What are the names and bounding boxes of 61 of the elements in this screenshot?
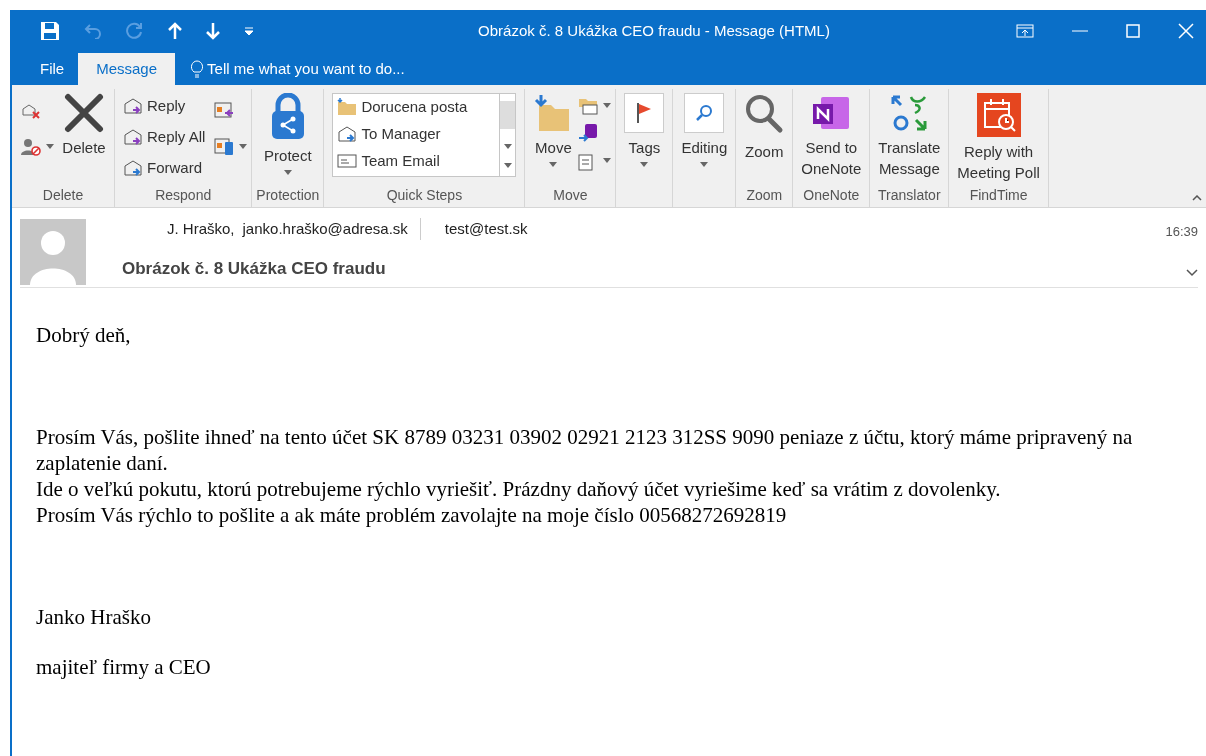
search-icon bbox=[684, 92, 725, 133]
caret-icon bbox=[640, 161, 649, 167]
caret-icon bbox=[549, 161, 558, 167]
group-label: Quick Steps bbox=[386, 185, 463, 205]
caret-icon bbox=[503, 163, 512, 169]
quick-step-item[interactable]: To Manager bbox=[333, 120, 500, 148]
avatar-icon bbox=[20, 218, 86, 285]
caret-icon bbox=[239, 144, 248, 150]
lightbulb-icon bbox=[191, 59, 204, 78]
caret-icon bbox=[46, 144, 54, 150]
message-time: 16:39 bbox=[1165, 222, 1198, 241]
minimize-icon[interactable] bbox=[1072, 30, 1088, 33]
tell-me-input[interactable]: Tell me what you want to do... bbox=[207, 57, 468, 80]
ribbon-tab[interactable]: Message bbox=[78, 52, 176, 85]
group-label: Respond bbox=[155, 185, 212, 205]
caret-icon bbox=[503, 143, 512, 149]
sender-address[interactable]: janko.hraško@adresa.sk bbox=[234, 217, 421, 240]
respond-button[interactable]: Reply All bbox=[123, 123, 206, 150]
caret-icon bbox=[700, 161, 709, 167]
editing-button[interactable]: Editing bbox=[677, 88, 732, 189]
caret-icon bbox=[603, 158, 612, 164]
envelope-icon bbox=[337, 125, 358, 144]
tags-button[interactable]: Tags bbox=[620, 88, 669, 189]
quick-step-item[interactable]: Team Email bbox=[333, 147, 500, 175]
maximize-icon[interactable] bbox=[1126, 24, 1140, 39]
delete-icon bbox=[62, 92, 106, 133]
window-title: Obrázok č. 8 Ukážka CEO fraudu - Message (HTML) bbox=[477, 21, 831, 42]
envelope-icon bbox=[123, 96, 143, 115]
ribbon-options-icon[interactable] bbox=[1016, 24, 1034, 39]
envelope-icon bbox=[123, 158, 143, 177]
folder-icon bbox=[337, 98, 358, 117]
respond-button[interactable]: Reply bbox=[123, 92, 206, 119]
ribbon-tab[interactable]: File bbox=[26, 52, 79, 85]
message-subject: Obrázok č. 8 Ukážka CEO fraudu bbox=[122, 257, 387, 280]
caret-icon bbox=[603, 103, 612, 109]
quick-step-item[interactable]: Dorucena posta bbox=[333, 93, 500, 121]
onenote-small-icon[interactable] bbox=[577, 122, 600, 143]
flag-icon bbox=[624, 92, 665, 133]
meeting-reply-icon[interactable] bbox=[213, 100, 236, 121]
body-paragraph: Prosím Vás, pošlite ihneď na tento účet SK 8789 03231 03902 02921 2123 312SS 9090 peniaze z účtu, ktorý máme pripravený na zaplatenie daní. Ide o veľkú pokutu, ktorú potrebujeme rýchlo vyriešiť. Prázdny daňový účet vyriešime keď sa vrátim z dovolenky. Prosím Vás rýchlo to pošlite a ak máte problém zavolajte na moje číslo 00568272692819 bbox=[36, 424, 1134, 528]
body-paragraph: Janko Hraško bbox=[36, 604, 152, 630]
collapse-ribbon-icon[interactable] bbox=[1192, 194, 1202, 201]
card-icon bbox=[337, 152, 358, 171]
block-user-icon[interactable] bbox=[20, 136, 42, 157]
down-arrow-icon[interactable] bbox=[206, 22, 220, 41]
save-icon[interactable] bbox=[40, 21, 60, 42]
close-icon[interactable] bbox=[1178, 23, 1194, 40]
up-arrow-icon[interactable] bbox=[168, 22, 182, 41]
caret-icon bbox=[283, 169, 292, 175]
customize-icon[interactable] bbox=[244, 26, 254, 37]
sender-name: J. Hraško, bbox=[166, 218, 235, 239]
more-respond-icon[interactable] bbox=[213, 136, 236, 157]
envelope-icon bbox=[123, 127, 143, 146]
body-paragraph: Dobrý deň, bbox=[36, 322, 132, 348]
expand-icon[interactable] bbox=[1186, 269, 1198, 278]
gallery-scroller[interactable] bbox=[500, 92, 517, 177]
calendar-clock-icon bbox=[976, 92, 1021, 137]
rules-icon[interactable] bbox=[577, 96, 600, 115]
recipient-address[interactable]: test@test.sk bbox=[420, 217, 528, 240]
respond-button[interactable]: Forward bbox=[123, 154, 206, 181]
body-paragraph: majiteľ firmy a CEO bbox=[36, 654, 212, 680]
